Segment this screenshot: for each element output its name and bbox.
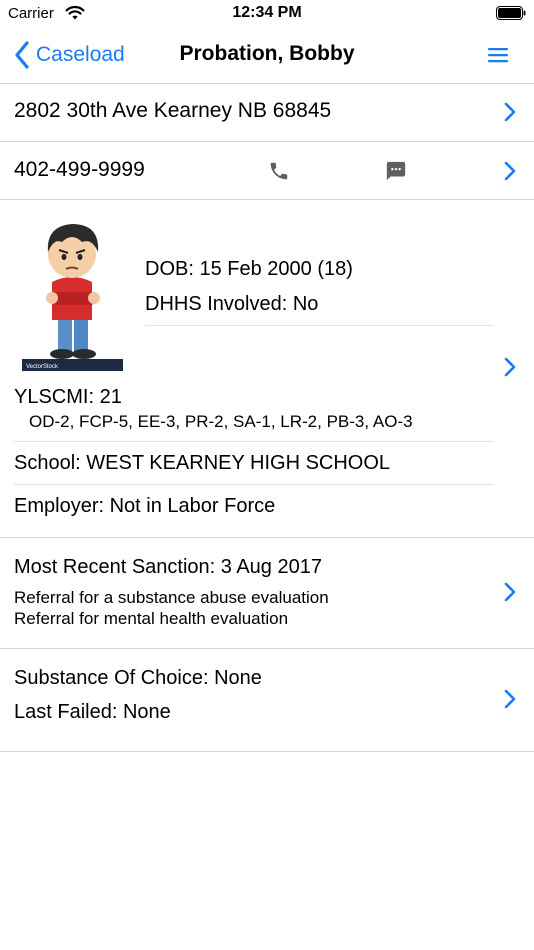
ylscmi-score: YLSCMI: 21 (14, 386, 122, 408)
divider (14, 441, 494, 442)
dob-text: DOB: 15 Feb 2000 (18) (145, 258, 353, 280)
page-title: Probation, Bobby (179, 42, 355, 65)
employer-text: Employer: Not in Labor Force (14, 495, 276, 517)
chevron-right-icon (504, 582, 516, 602)
status-time: 12:34 PM (232, 4, 302, 21)
substance-of-choice: Substance Of Choice: None (14, 667, 262, 689)
address-text: 2802 30th Ave Kearney NB 68845 (14, 99, 332, 122)
hamburger-menu-icon[interactable] (486, 45, 510, 65)
sanction-title: Most Recent Sanction: 3 Aug 2017 (14, 556, 322, 578)
battery-icon (496, 6, 526, 20)
sanction-row[interactable]: Most Recent Sanction: 3 Aug 2017 Referra… (0, 538, 534, 649)
last-failed: Last Failed: None (14, 701, 171, 723)
profile-row[interactable]: VectorStock DOB: 15 Feb 2000 (18) DHHS I… (0, 200, 534, 538)
address-row[interactable]: 2802 30th Ave Kearney NB 68845 (0, 84, 534, 142)
ylscmi-breakdown: OD-2, FCP-5, EE-3, PR-2, SA-1, LR-2, PB-… (29, 412, 413, 431)
status-bar: Carrier 12:34 PM (0, 0, 534, 28)
chevron-right-icon (504, 689, 516, 709)
message-icon[interactable] (385, 160, 407, 182)
phone-number: 402-499-9999 (14, 158, 145, 181)
avatar-watermark: VectorStock (26, 364, 59, 370)
chevron-right-icon (504, 357, 516, 377)
school-text: School: WEST KEARNEY HIGH SCHOOL (14, 452, 391, 474)
phone-call-icon[interactable] (268, 160, 290, 182)
sanction-item: Referral for a substance abuse evaluatio… (14, 588, 329, 607)
chevron-right-icon (504, 102, 516, 122)
sanction-item: Referral for mental health evaluation (14, 609, 289, 628)
phone-row[interactable]: 402-499-9999 (0, 142, 534, 200)
navigation-bar: Caseload Probation, Bobby (0, 28, 534, 84)
avatar: VectorStock (22, 224, 123, 371)
chevron-right-icon (504, 161, 516, 181)
divider (14, 484, 494, 485)
divider (145, 325, 494, 326)
dhhs-text: DHHS Involved: No (145, 293, 319, 315)
substance-row[interactable]: Substance Of Choice: None Last Failed: N… (0, 649, 534, 752)
